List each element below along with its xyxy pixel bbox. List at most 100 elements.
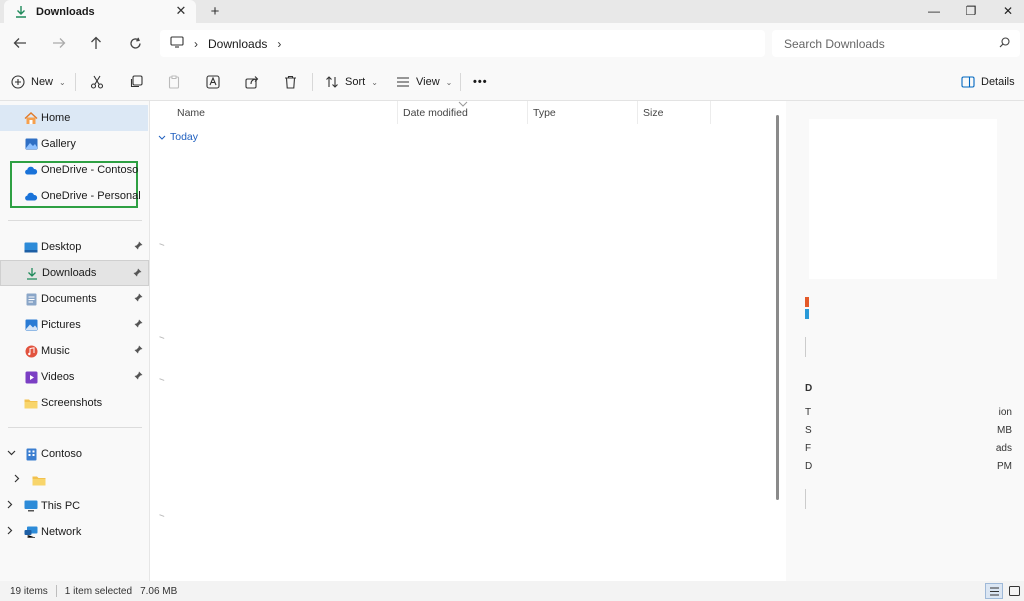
- nav-item-network[interactable]: Network: [0, 519, 149, 545]
- copy-button[interactable]: [129, 71, 143, 93]
- nav-item-folder[interactable]: [0, 467, 149, 493]
- vertical-scrollbar[interactable]: [776, 115, 779, 500]
- selection-size: 7.06 MB: [140, 585, 178, 597]
- nav-item-contoso[interactable]: Contoso: [0, 441, 149, 467]
- nav-item-gallery[interactable]: Gallery: [0, 131, 149, 157]
- tab-downloads[interactable]: Downloads ✕: [4, 0, 196, 23]
- nav-item-videos[interactable]: Videos: [0, 364, 149, 390]
- pin-icon[interactable]: [134, 319, 143, 331]
- minimize-button[interactable]: —: [915, 0, 953, 22]
- tiles-view-button[interactable]: [1005, 583, 1023, 599]
- arrow-left-icon: [13, 38, 26, 48]
- building-icon: [24, 447, 38, 461]
- column-header-size[interactable]: Size: [638, 101, 711, 124]
- pictures-icon: [24, 318, 38, 332]
- folder-icon: [24, 396, 38, 410]
- nav-label-music: Music: [41, 345, 70, 357]
- pin-icon[interactable]: [134, 293, 143, 305]
- file-list[interactable]: Name Date modified Type Size Today: [150, 101, 786, 581]
- nav-item-downloads[interactable]: Downloads: [0, 260, 149, 286]
- details-label: Details: [981, 76, 1015, 88]
- new-tab-button[interactable]: +: [205, 2, 225, 20]
- detail-value: MB: [997, 425, 1012, 436]
- sort-label: Sort: [345, 76, 366, 88]
- nav-item-documents[interactable]: Documents: [0, 286, 149, 312]
- up-button[interactable]: [86, 33, 106, 53]
- share-button[interactable]: [245, 71, 259, 93]
- forward-button[interactable]: [49, 33, 69, 53]
- search-input[interactable]: [784, 36, 984, 51]
- column-header-type[interactable]: Type: [528, 101, 638, 124]
- list-view-icon: [989, 587, 999, 595]
- breadcrumb-downloads[interactable]: Downloads: [208, 37, 267, 51]
- column-header-name[interactable]: Name: [172, 101, 398, 124]
- divider: [8, 427, 142, 428]
- divider: [8, 220, 142, 221]
- search-icon[interactable]: [999, 37, 1010, 51]
- nav-label-network: Network: [41, 526, 82, 538]
- details-heading: D: [805, 383, 813, 394]
- address-bar[interactable]: › Downloads ›: [160, 30, 765, 57]
- download-icon: [25, 266, 39, 280]
- breadcrumb-separator[interactable]: ›: [194, 37, 198, 51]
- this-pc-icon[interactable]: [170, 36, 184, 51]
- gallery-icon: [24, 137, 38, 151]
- nav-label-pictures: Pictures: [41, 319, 81, 331]
- pin-icon[interactable]: [134, 371, 143, 383]
- more-options-button[interactable]: •••: [473, 71, 488, 93]
- sort-button[interactable]: Sort ⌄: [325, 71, 378, 93]
- details-pane-icon: [961, 76, 975, 88]
- nav-label-this-pc: This PC: [41, 500, 81, 512]
- pin-icon[interactable]: [134, 241, 143, 253]
- details-view-button[interactable]: [985, 583, 1003, 599]
- nav-item-onedrive-personal[interactable]: OneDrive - Personal: [0, 183, 149, 209]
- nav-item-screenshots[interactable]: Screenshots: [0, 390, 149, 416]
- chevron-down-icon[interactable]: [158, 133, 166, 142]
- nav-item-pictures[interactable]: Pictures: [0, 312, 149, 338]
- rename-icon: [206, 75, 220, 89]
- onedrive-cloud-icon: [24, 163, 38, 177]
- download-icon: [14, 5, 28, 19]
- sort-indicator-icon: [458, 98, 468, 107]
- network-icon: [24, 525, 38, 539]
- copy-icon: [130, 75, 143, 88]
- nav-item-home[interactable]: Home: [0, 105, 148, 131]
- detail-label: T: [805, 407, 812, 418]
- refresh-button[interactable]: [125, 33, 145, 53]
- pane-edge: [805, 489, 808, 509]
- new-button[interactable]: New ⌄: [11, 71, 66, 93]
- tick-mark: [158, 378, 165, 383]
- close-window-button[interactable]: ✕: [989, 0, 1024, 22]
- chevron-right-icon[interactable]: [7, 526, 13, 537]
- divider: [460, 73, 461, 91]
- clipboard-icon: [168, 75, 180, 89]
- maximize-button[interactable]: ❐: [952, 0, 990, 22]
- paste-button[interactable]: [167, 71, 181, 93]
- group-label: Today: [170, 131, 199, 143]
- chevron-down-icon[interactable]: [7, 448, 16, 458]
- nav-item-desktop[interactable]: Desktop: [0, 234, 149, 260]
- plus-circle-icon: [11, 75, 25, 89]
- chevron-right-icon[interactable]: [7, 500, 13, 511]
- sort-icon: [326, 76, 338, 88]
- tab-close-icon[interactable]: ✕: [174, 3, 188, 18]
- view-list-icon: [397, 77, 409, 87]
- breadcrumb-separator[interactable]: ›: [277, 37, 281, 51]
- nav-item-onedrive-contoso[interactable]: OneDrive - Contoso: [0, 157, 149, 183]
- nav-item-music[interactable]: Music: [0, 338, 149, 364]
- cut-button[interactable]: [90, 71, 104, 93]
- nav-label-screenshots: Screenshots: [41, 397, 103, 409]
- chevron-down-icon: ⌄: [59, 77, 66, 87]
- nav-item-this-pc[interactable]: This PC: [0, 493, 149, 519]
- view-button[interactable]: View ⌄: [396, 71, 452, 93]
- search-box[interactable]: [772, 30, 1020, 57]
- rename-button[interactable]: [206, 71, 220, 93]
- chevron-right-icon[interactable]: [14, 474, 20, 485]
- pin-icon[interactable]: [133, 268, 142, 280]
- back-button[interactable]: [10, 33, 30, 53]
- delete-button[interactable]: [284, 71, 297, 93]
- details-button[interactable]: Details: [961, 71, 1015, 93]
- detail-value: PM: [997, 461, 1012, 472]
- group-header-today[interactable]: Today: [158, 131, 198, 143]
- pin-icon[interactable]: [134, 345, 143, 357]
